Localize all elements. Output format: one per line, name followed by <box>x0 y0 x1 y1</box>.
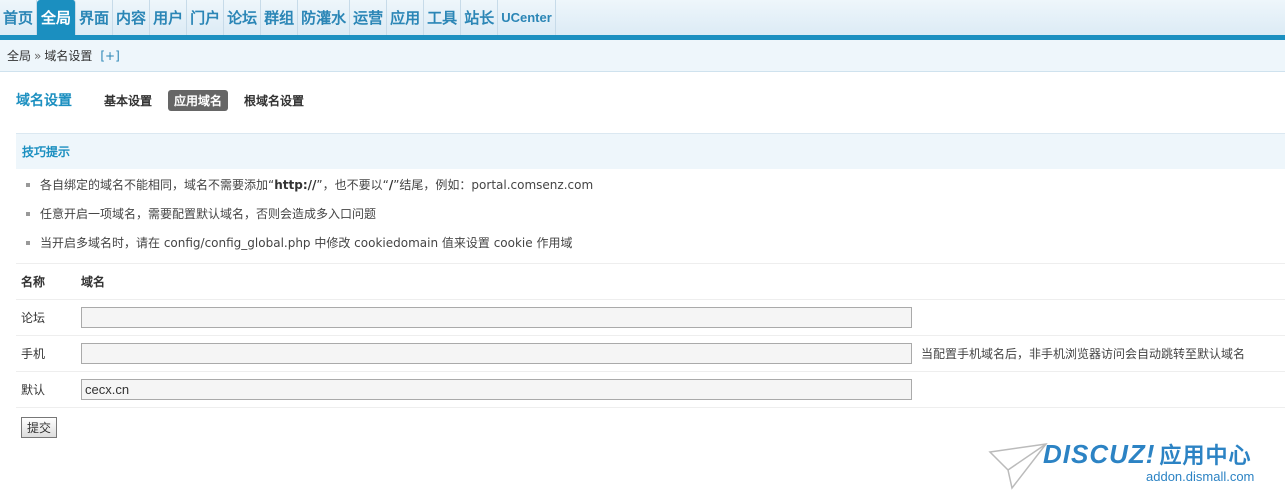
tab-app-domains[interactable]: 应用域名 <box>168 89 229 111</box>
tip-item: 任意开启一项域名，需要配置默认域名，否则会造成多入口问题 <box>16 199 1285 228</box>
discuz-watermark: DISCUZ! 应用中心 addon.dismall.com <box>988 438 1278 498</box>
nav-item-portal[interactable]: 门户 <box>187 0 225 35</box>
table-header-row: 名称 域名 <box>16 264 1285 300</box>
paper-plane-icon <box>988 442 1048 490</box>
nav-item-antispam[interactable]: 防灌水 <box>298 0 351 35</box>
table-row: 论坛 <box>16 300 1285 336</box>
page-title: 域名设置 <box>16 93 72 109</box>
tips-list: 各自绑定的域名不能相同，域名不需要添加“http://”，也不要以“/”结尾，例… <box>16 170 1285 257</box>
breadcrumb: 全局 » 域名设置 [+] <box>0 40 1285 72</box>
tip-text: 当开启多域名时，请在 config/config_global.php 中修改 … <box>40 236 573 250</box>
tip-text: 各自绑定的域名不能相同，域名不需要添加“http://”，也不要以“/”结尾，例… <box>40 176 593 193</box>
nav-item-global[interactable]: 全局 <box>37 0 77 35</box>
nav-item-tools[interactable]: 工具 <box>424 0 462 35</box>
add-shortcut-button[interactable]: [+] <box>100 49 119 63</box>
tip-item: 当开启多域名时，请在 config/config_global.php 中修改 … <box>16 228 1285 257</box>
row-label-default: 默认 <box>21 383 46 397</box>
row-label-mobile: 手机 <box>21 347 46 361</box>
tab-basic-settings[interactable]: 基本设置 <box>98 90 158 111</box>
tip-text: 任意开启一项域名，需要配置默认域名，否则会造成多入口问题 <box>40 207 377 221</box>
breadcrumb-separator: » <box>34 48 42 63</box>
default-domain-input[interactable] <box>81 379 912 400</box>
brand-logo: DISCUZ! 应用中心 <box>1043 438 1251 470</box>
submit-button[interactable]: 提交 <box>21 417 57 438</box>
nav-item-interface[interactable]: 界面 <box>76 0 114 35</box>
brand-url: addon.dismall.com <box>1146 469 1255 484</box>
tip-text-part: ”，也不要以“ <box>316 178 389 192</box>
brand-name: DISCUZ! <box>1043 439 1156 469</box>
nav-item-apps[interactable]: 应用 <box>387 0 425 35</box>
section-header: 域名设置 基本设置 应用域名 根域名设置 <box>16 89 320 111</box>
nav-item-groups[interactable]: 群组 <box>261 0 299 35</box>
mobile-domain-note: 当配置手机域名后，非手机浏览器访问会自动跳转至默认域名 <box>921 347 1246 361</box>
table-row: 手机 当配置手机域名后，非手机浏览器访问会自动跳转至默认域名 <box>16 336 1285 372</box>
forum-domain-input[interactable] <box>81 307 912 328</box>
nav-item-home[interactable]: 首页 <box>0 0 38 35</box>
column-header-domain: 域名 <box>81 275 106 289</box>
row-label-forum: 论坛 <box>21 311 46 325</box>
breadcrumb-current: 域名设置 <box>44 49 93 63</box>
tip-bold-text: http:// <box>274 178 317 192</box>
brand-subtitle: 应用中心 <box>1159 443 1252 468</box>
nav-item-content[interactable]: 内容 <box>113 0 151 35</box>
mobile-domain-input[interactable] <box>81 343 912 364</box>
tip-text-part: 各自绑定的域名不能相同，域名不需要添加“ <box>40 178 275 192</box>
top-nav: 首页 全局 界面 内容 用户 门户 论坛 群组 防灌水 运营 应用 工具 站长 … <box>0 0 1285 40</box>
nav-item-ucenter[interactable]: UCenter <box>498 0 556 35</box>
breadcrumb-root[interactable]: 全局 <box>7 47 31 64</box>
tip-item: 各自绑定的域名不能相同，域名不需要添加“http://”，也不要以“/”结尾，例… <box>16 170 1285 199</box>
nav-item-operations[interactable]: 运营 <box>350 0 388 35</box>
nav-item-users[interactable]: 用户 <box>150 0 188 35</box>
nav-item-admin[interactable]: 站长 <box>461 0 499 35</box>
tab-root-domain[interactable]: 根域名设置 <box>238 90 310 111</box>
nav-item-forum[interactable]: 论坛 <box>224 0 262 35</box>
tip-text-part: ”结尾，例如：portal.comsenz.com <box>393 178 594 192</box>
column-header-name: 名称 <box>21 275 46 289</box>
tips-title: 技巧提示 <box>22 145 71 159</box>
domain-table: 名称 域名 论坛 手机 当配置手机域名后，非手机浏览器访问会自动跳转至默认域名 … <box>16 264 1285 408</box>
tips-header: 技巧提示 <box>16 133 1285 169</box>
table-row: 默认 <box>16 372 1285 408</box>
